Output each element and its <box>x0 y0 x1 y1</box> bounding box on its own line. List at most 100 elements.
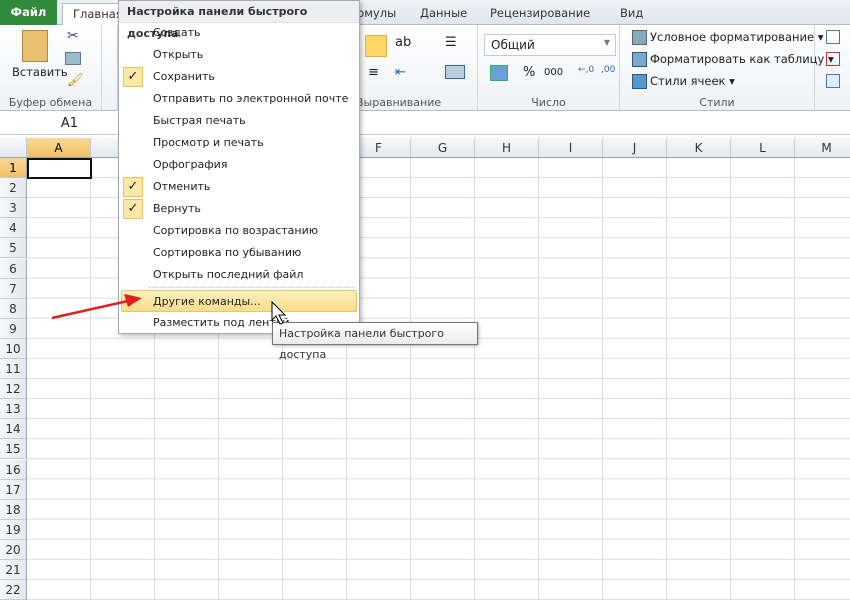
column-header-I[interactable]: I <box>539 138 603 158</box>
menu-item[interactable]: Отправить по электронной почте <box>119 88 359 110</box>
row-header-16[interactable]: 16 <box>0 459 27 480</box>
clipboard-group-label: Буфер обмена <box>8 96 93 109</box>
number-group-label: Число <box>531 96 566 109</box>
menu-item[interactable]: ✓ Отменить <box>119 176 359 198</box>
cut-icon[interactable]: ✂ <box>67 28 79 44</box>
menu-item[interactable]: Открыть <box>119 44 359 66</box>
currency-icon[interactable] <box>490 65 508 81</box>
row-header-5[interactable]: 5 <box>0 238 27 259</box>
format-as-table-button[interactable]: Форматировать как таблицу ▾ <box>650 52 834 66</box>
row-header-12[interactable]: 12 <box>0 379 27 400</box>
row-header-1[interactable]: 1 <box>0 158 27 178</box>
insert-cells-icon[interactable] <box>826 30 840 44</box>
align-right-icon[interactable]: ≡ <box>368 65 379 80</box>
chevron-down-icon: ▼ <box>603 38 610 47</box>
menu-item[interactable]: Сортировка по возрастанию <box>119 220 359 242</box>
orientation-icon[interactable]: ab <box>395 35 411 50</box>
wrap-text-icon[interactable]: ☰ <box>445 35 457 50</box>
menu-item-label: Быстрая печать <box>153 114 246 127</box>
row-header-21[interactable]: 21 <box>0 560 27 580</box>
column-header-A[interactable]: A <box>27 138 91 158</box>
format-painter-icon[interactable]: 🖌 <box>67 73 84 88</box>
tab-file[interactable]: Файл <box>0 0 57 25</box>
format-cells-icon[interactable] <box>826 74 840 88</box>
column-header-J[interactable]: J <box>603 138 667 158</box>
row-header-22[interactable]: 22 <box>0 580 27 600</box>
row-header-15[interactable]: 15 <box>0 439 27 460</box>
menu-item[interactable]: Создать <box>119 22 359 44</box>
menu-item[interactable]: ✓ Сохранить <box>119 66 359 88</box>
row-header-20[interactable]: 20 <box>0 539 27 560</box>
tab-review[interactable]: Рецензирование <box>480 3 600 25</box>
row-header-8[interactable]: 8 <box>0 298 27 319</box>
thousands-button[interactable]: 000 <box>544 67 563 78</box>
checkmark-icon: ✓ <box>123 67 143 87</box>
menu-item-label: Отменить <box>153 180 211 193</box>
cell-styles-button[interactable]: Стили ячеек ▾ <box>650 74 735 88</box>
menu-item-label: Просмотр и печать <box>153 136 264 149</box>
menu-item[interactable]: Орфография <box>119 154 359 176</box>
menu-item-label: Сохранить <box>153 70 215 83</box>
column-header-L[interactable]: L <box>731 138 795 158</box>
paste-button[interactable]: Вставить <box>12 65 68 79</box>
row-header-17[interactable]: 17 <box>0 479 27 500</box>
font-group <box>102 25 118 111</box>
clipboard-group: Вставить ✂ 🖌 Буфер обмена <box>0 25 102 111</box>
row-header-14[interactable]: 14 <box>0 419 27 440</box>
cell-styles-label: Стили ячеек <box>650 74 726 88</box>
select-all-corner[interactable] <box>0 138 27 158</box>
row-header-18[interactable]: 18 <box>0 499 27 520</box>
styles-group-label: Стили <box>699 96 735 109</box>
tooltip: Настройка панели быстрого доступа <box>272 322 478 361</box>
alignment-group: ab ☰ ≡ ⇤ Выравнивание <box>356 25 478 111</box>
row-header-3[interactable]: 3 <box>0 198 27 219</box>
menu-item[interactable]: Открыть последний файл <box>119 264 359 286</box>
row-header-10[interactable]: 10 <box>0 338 27 359</box>
row-header-7[interactable]: 7 <box>0 278 27 299</box>
active-cell[interactable] <box>27 158 92 179</box>
delete-cells-icon[interactable] <box>826 52 840 66</box>
checkmark-icon: ✓ <box>123 199 143 219</box>
align-middle-icon[interactable] <box>365 35 387 57</box>
row-header-9[interactable]: 9 <box>0 318 27 339</box>
menu-item-label: Отправить по электронной почте <box>153 92 349 105</box>
number-format-select[interactable]: Общий ▼ <box>484 34 616 56</box>
column-header-M[interactable]: M <box>795 138 850 158</box>
decrease-decimal-icon[interactable]: ,00 <box>601 65 615 75</box>
quick-access-toolbar-menu: Настройка панели быстрого доступа Создат… <box>118 0 360 334</box>
format-as-table-icon <box>632 52 647 67</box>
row-header-11[interactable]: 11 <box>0 359 27 379</box>
menu-item[interactable]: Просмотр и печать <box>119 132 359 154</box>
more-commands-label: Другие команды... <box>153 295 261 308</box>
alignment-group-label: Выравнивание <box>356 96 442 109</box>
menu-item-more-commands[interactable]: Другие команды... <box>121 290 357 312</box>
paste-icon[interactable] <box>22 30 48 62</box>
column-header-K[interactable]: K <box>667 138 731 158</box>
row-header-6[interactable]: 6 <box>0 258 27 279</box>
tab-view[interactable]: Вид <box>610 3 653 25</box>
row-header-2[interactable]: 2 <box>0 178 27 199</box>
menu-item-label: Вернуть <box>153 202 201 215</box>
conditional-formatting-button[interactable]: Условное форматирование ▾ <box>650 30 824 44</box>
show-below-ribbon-label: Разместить под лентой <box>153 316 290 329</box>
decrease-indent-icon[interactable]: ⇤ <box>395 65 406 80</box>
merge-cells-icon[interactable] <box>445 65 465 79</box>
increase-decimal-icon[interactable]: ←,0 <box>578 65 594 75</box>
row-header-19[interactable]: 19 <box>0 519 27 540</box>
percent-button[interactable]: % <box>523 65 535 80</box>
menu-item[interactable]: Сортировка по убыванию <box>119 242 359 264</box>
row-header-4[interactable]: 4 <box>0 218 27 239</box>
checkmark-icon: ✓ <box>123 177 143 197</box>
column-header-G[interactable]: G <box>411 138 475 158</box>
menu-separator <box>149 287 355 288</box>
row-header-13[interactable]: 13 <box>0 399 27 420</box>
copy-icon[interactable] <box>65 52 81 65</box>
column-header-H[interactable]: H <box>475 138 539 158</box>
cell-styles-icon <box>632 74 647 89</box>
menu-item[interactable]: Быстрая печать <box>119 110 359 132</box>
conditional-formatting-label: Условное форматирование <box>650 30 815 44</box>
menu-item-label: Открыть <box>153 48 204 61</box>
tab-data[interactable]: Данные <box>410 3 477 25</box>
menu-item-label: Орфография <box>153 158 228 171</box>
menu-item[interactable]: ✓ Вернуть <box>119 198 359 220</box>
